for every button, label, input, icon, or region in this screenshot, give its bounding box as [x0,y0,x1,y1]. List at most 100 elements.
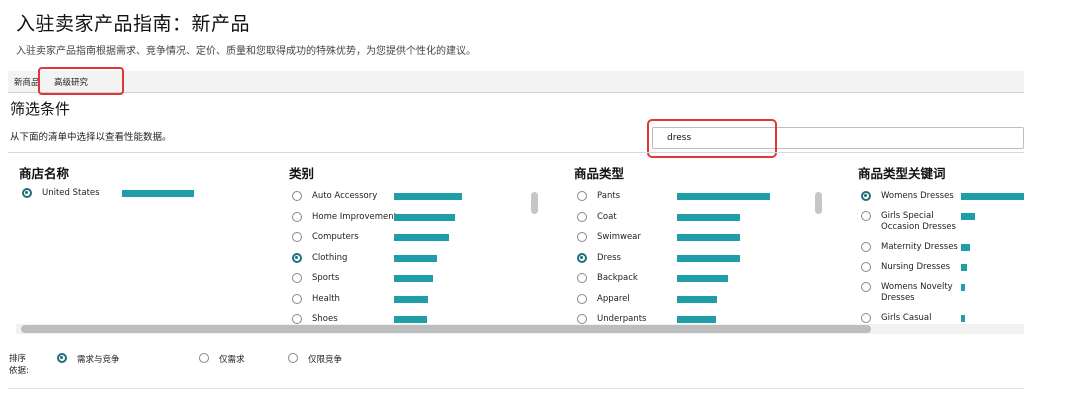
list-item[interactable]: Auto Accessory [292,188,532,209]
list-item-label: Girls Special Occasion Dresses [881,211,956,232]
radio-icon[interactable] [577,211,587,222]
list-item-label: Backpack [597,273,638,283]
column-header-category: 类别 [289,166,315,181]
radio-icon[interactable] [292,211,302,222]
radio-icon[interactable] [22,188,32,198]
list-item-label: Computers [312,232,359,242]
column-header-store: 商店名称 [19,166,70,181]
list-item[interactable]: Backpack [577,270,817,291]
metric-bar [394,213,455,221]
radio-icon[interactable] [292,191,302,201]
radio-icon[interactable] [861,262,871,272]
radio-icon[interactable] [861,282,871,292]
radio-icon[interactable] [199,353,209,363]
list-item[interactable]: Underpants [577,311,817,324]
metric-bar [677,295,717,303]
metric-bar [677,254,740,262]
metric-bar [122,190,194,197]
list-item[interactable]: Home Improvement [292,209,532,230]
tab-new-products[interactable]: 新商品 [14,76,40,88]
list-item-label: Swimwear [597,232,641,242]
radio-icon[interactable] [292,252,302,263]
metric-bar [961,315,965,322]
column-header-product-type: 商品类型 [574,166,625,181]
product-type-list-scrollbar[interactable] [815,192,822,214]
list-item[interactable]: Nursing Dresses [861,259,1024,279]
radio-icon[interactable] [57,353,67,363]
list-item-label: Coat [597,211,617,222]
metric-bar [394,234,449,241]
tab-bar: 新商品 高级研究 [8,71,1024,93]
list-item[interactable]: Computers [292,229,532,250]
radio-icon[interactable] [577,232,587,242]
list-item[interactable]: Girls Special Occasion Dresses [861,208,1024,239]
radio-icon[interactable] [292,314,302,324]
list-item-label: Shoes [312,314,338,324]
metric-bar [961,193,1024,200]
list-item-label: Womens Novelty Dresses [881,282,953,303]
list-item[interactable]: Maternity Dresses [861,239,1024,259]
page-subtitle: 入驻卖家产品指南根据需求、竞争情况、定价、质量和您取得成功的特殊优势，为您提供个… [16,46,476,57]
metric-bar [394,295,428,303]
metric-bar [677,234,740,241]
list-item[interactable]: Clothing [292,250,532,271]
list-item[interactable]: Swimwear [577,229,817,250]
list-item[interactable]: United States [22,185,262,206]
list-item-label: Health [312,293,340,304]
metric-bar [394,193,462,200]
list-item-label: Dress [597,252,621,263]
list-item-label: Pants [597,191,621,201]
radio-icon[interactable] [861,313,871,323]
list-item-label: Home Improvement [312,211,397,222]
list-item-label: United States [42,188,100,198]
list-item[interactable]: Womens Novelty Dresses [861,279,1024,310]
list-item-label: Clothing [312,252,348,263]
radio-icon[interactable] [292,293,302,304]
metric-bar [677,275,728,282]
radio-icon[interactable] [861,211,871,221]
list-item[interactable]: Coat [577,209,817,230]
list-item-label: Womens Dresses [881,191,954,201]
metric-bar [961,264,967,271]
metric-bar [961,213,975,220]
store-list: United States [22,185,262,321]
divider [8,152,1024,153]
list-item[interactable]: Sports [292,270,532,291]
list-item[interactable]: Dress [577,250,817,271]
metric-bar [961,284,965,291]
radio-icon[interactable] [861,242,871,252]
radio-icon[interactable] [288,353,298,363]
divider [8,388,1024,389]
list-item[interactable]: Apparel [577,291,817,312]
metric-bar [677,193,770,200]
list-item-label: Nursing Dresses [881,262,951,272]
radio-icon[interactable] [577,273,587,283]
filter-title: 筛选条件 [10,100,71,118]
metric-bar [394,316,427,323]
metric-bar [677,316,716,323]
radio-icon[interactable] [861,191,871,201]
keyword-list: Womens Dresses Girls Special Occasion Dre… [861,188,1024,324]
radio-icon[interactable] [292,232,302,242]
sort-label: 排序依据: [9,354,29,376]
list-item[interactable]: Health [292,291,532,312]
category-list: Auto Accessory Home Improvement Computers C… [292,188,532,324]
list-item[interactable]: Womens Dresses [861,188,1024,208]
horizontal-scrollbar-thumb[interactable] [21,325,871,333]
radio-icon[interactable] [577,314,587,324]
category-list-scrollbar[interactable] [531,192,538,214]
list-item-label: Maternity Dresses [881,242,958,252]
page-title: 入驻卖家产品指南：新产品 [16,13,251,35]
radio-icon[interactable] [577,252,587,263]
metric-bar [394,254,437,262]
list-item[interactable]: Girls Casual Dresses [861,310,1024,324]
list-item-label: Apparel [597,293,630,304]
radio-icon[interactable] [292,273,302,283]
radio-icon[interactable] [577,191,587,201]
list-item-label: Sports [312,273,340,283]
list-item[interactable]: Shoes [292,311,532,324]
horizontal-scrollbar[interactable] [16,324,1024,334]
list-item[interactable]: Pants [577,188,817,209]
list-item-label: Girls Casual Dresses [881,313,932,323]
radio-icon[interactable] [577,293,587,304]
